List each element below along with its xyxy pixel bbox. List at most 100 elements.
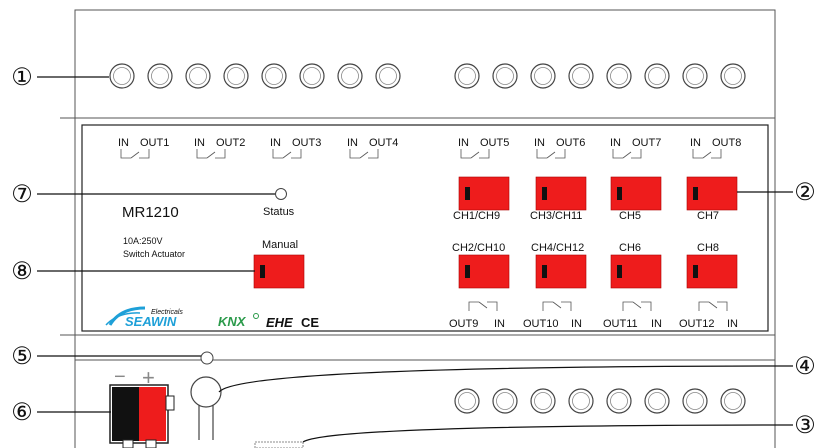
contact-label-group: OUT11 IN xyxy=(603,301,662,330)
terminal-screw[interactable] xyxy=(720,388,746,414)
channel-label: CH2/CH10 xyxy=(452,242,505,254)
relay-contact-symbol xyxy=(542,301,572,311)
contact-in-label: IN xyxy=(610,137,621,149)
channel-switches: CH1/CH9 CH3/CH11 CH5 CH7 CH2/CH10 CH4/CH12 CH6… xyxy=(452,176,738,289)
contact-out-label: OUT4 xyxy=(369,137,398,149)
terminal-screw[interactable] xyxy=(109,63,135,89)
top-contact-labels: IN OUT1 IN OUT2 IN OUT3 IN OUT4 IN OUT5 IN OUT6 IN OU… xyxy=(118,137,741,159)
contact-label-group: IN OUT5 xyxy=(458,137,509,159)
terminal-screw[interactable] xyxy=(644,388,670,414)
channel-switch[interactable] xyxy=(686,176,738,211)
contact-in-label: IN xyxy=(458,137,469,149)
contact-out-label: OUT3 xyxy=(292,137,321,149)
eac-mark: EHE xyxy=(266,315,293,330)
manual-switch[interactable] xyxy=(253,254,305,289)
relay-contact-symbol xyxy=(622,301,652,311)
callout-number: ⑤ xyxy=(11,343,33,370)
bus-plus-label: + xyxy=(142,365,155,390)
brand-name: SEAWIN xyxy=(125,314,177,329)
contact-label-group: OUT9 IN xyxy=(449,301,505,330)
status-led xyxy=(275,188,287,200)
channel-switch[interactable] xyxy=(610,254,662,289)
terminal-screw[interactable] xyxy=(147,63,173,89)
contact-out-label: OUT2 xyxy=(216,137,245,149)
callout-number: ① xyxy=(11,64,33,91)
contact-label-group: IN OUT7 xyxy=(610,137,661,159)
bus-led xyxy=(200,351,214,365)
terminal-screw[interactable] xyxy=(492,63,518,89)
callout-2: ② xyxy=(794,179,816,206)
channel-switch[interactable] xyxy=(458,254,510,289)
relay-contact-symbol xyxy=(272,149,302,159)
top-terminal-screws xyxy=(109,63,746,89)
channel-label: CH8 xyxy=(697,242,719,254)
channel-switch[interactable] xyxy=(458,176,510,211)
contact-in-label: IN xyxy=(494,318,505,330)
channel-label: CH6 xyxy=(619,242,641,254)
terminal-screw[interactable] xyxy=(299,63,325,89)
terminal-screw[interactable] xyxy=(530,388,556,414)
bus-terminal[interactable]: − + xyxy=(109,365,175,448)
terminal-screw[interactable] xyxy=(720,63,746,89)
terminal-screw[interactable] xyxy=(644,63,670,89)
callout-number: ⑥ xyxy=(11,399,33,426)
relay-contact-symbol xyxy=(196,149,226,159)
channel-switch[interactable] xyxy=(535,254,587,289)
terminal-screw[interactable] xyxy=(606,388,632,414)
contact-out-label: OUT6 xyxy=(556,137,585,149)
terminal-screw[interactable] xyxy=(568,388,594,414)
callout-number: ② xyxy=(794,179,816,206)
contact-in-label: IN xyxy=(347,137,358,149)
contact-out-label: OUT7 xyxy=(632,137,661,149)
terminal-screw[interactable] xyxy=(223,63,249,89)
model-name: MR1210 xyxy=(122,204,179,221)
contact-in-label: IN xyxy=(651,318,662,330)
status-label: Status xyxy=(263,206,295,218)
terminal-screw[interactable] xyxy=(606,63,632,89)
relay-contact-symbol xyxy=(536,149,566,159)
contact-in-label: IN xyxy=(194,137,205,149)
channel-label: CH1/CH9 xyxy=(453,210,500,222)
contact-in-label: IN xyxy=(571,318,582,330)
terminal-screw[interactable] xyxy=(682,63,708,89)
terminal-screw[interactable] xyxy=(454,63,480,89)
callout-number: ③ xyxy=(794,412,816,439)
channel-label: CH3/CH11 xyxy=(530,210,582,222)
terminal-screw[interactable] xyxy=(568,63,594,89)
contact-in-label: IN xyxy=(118,137,129,149)
terminal-screw[interactable] xyxy=(337,63,363,89)
channel-switch[interactable] xyxy=(686,254,738,289)
contact-label-group: IN OUT8 xyxy=(690,137,741,159)
terminal-screw[interactable] xyxy=(185,63,211,89)
callout-3: ③ xyxy=(794,412,816,439)
callout-5: ⑤ xyxy=(11,343,33,370)
channel-label: CH7 xyxy=(697,210,719,222)
channel-switch[interactable] xyxy=(610,176,662,211)
callout-1: ① xyxy=(11,64,33,91)
callout-number: ⑧ xyxy=(11,258,33,285)
type-text: Switch Actuator xyxy=(123,249,185,259)
contact-out-label: OUT1 xyxy=(140,137,169,149)
callout-6: ⑥ xyxy=(11,399,33,426)
contact-in-label: IN xyxy=(534,137,545,149)
rating-text: 10A:250V xyxy=(123,236,163,246)
terminal-screw[interactable] xyxy=(682,388,708,414)
channel-switch[interactable] xyxy=(535,176,587,211)
channel-label: CH4/CH12 xyxy=(531,242,584,254)
terminal-screw[interactable] xyxy=(454,388,480,414)
knx-text: KNX xyxy=(218,314,247,329)
contact-in-label: IN xyxy=(690,137,701,149)
terminal-screw[interactable] xyxy=(530,63,556,89)
contact-label-group: IN OUT1 xyxy=(118,137,169,159)
contact-in-label: IN xyxy=(727,318,738,330)
terminal-screw[interactable] xyxy=(492,388,518,414)
contact-out-label: OUT12 xyxy=(679,318,714,330)
contact-out-label: OUT9 xyxy=(449,318,478,330)
seawin-logo: Electricals SEAWIN xyxy=(105,306,183,329)
relay-contact-symbol xyxy=(349,149,379,159)
contact-out-label: OUT10 xyxy=(523,318,558,330)
programming-button[interactable] xyxy=(190,376,222,440)
terminal-screw[interactable] xyxy=(375,63,401,89)
callout-number: ⑦ xyxy=(11,181,33,208)
terminal-screw[interactable] xyxy=(261,63,287,89)
